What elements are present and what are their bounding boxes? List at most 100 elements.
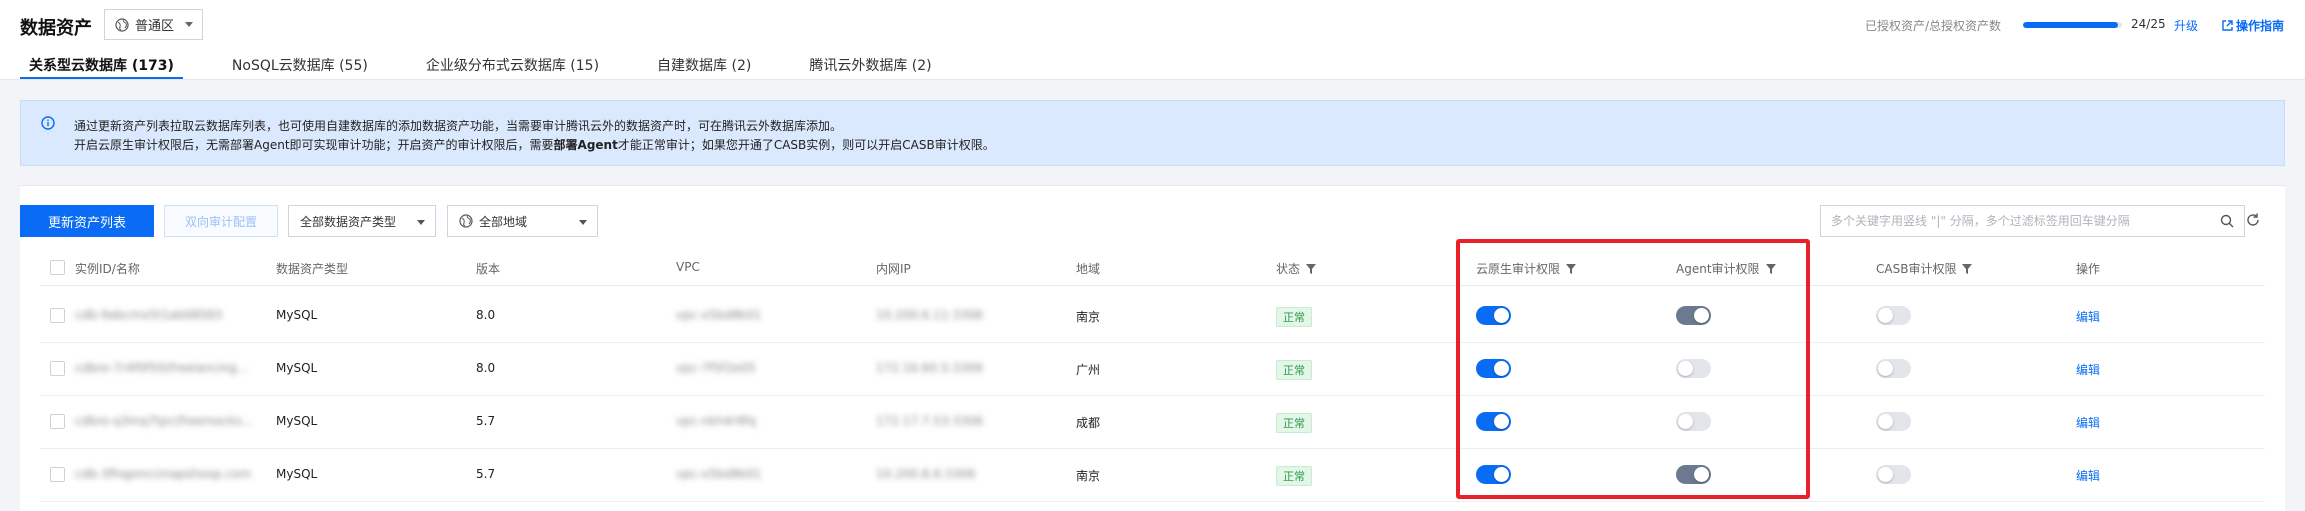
casb-audit-toggle[interactable] bbox=[1876, 412, 1911, 431]
globe-icon bbox=[459, 214, 473, 228]
search-icon[interactable] bbox=[2220, 214, 2234, 228]
info-line-2-part-c: 才能正常审计；如果您开通了CASB实例，则可以开启CASB审计权限。 bbox=[617, 138, 995, 152]
row-checkbox[interactable] bbox=[50, 361, 65, 376]
region: 南京 bbox=[1076, 469, 1101, 483]
instance-id[interactable]: cdb-9abcmx5t1ab08583 bbox=[75, 308, 222, 322]
col-status[interactable]: 状态 bbox=[1276, 260, 1317, 277]
table-row bbox=[40, 396, 2265, 449]
chevron-down-icon bbox=[185, 22, 193, 27]
instance-id[interactable]: cdbro-7r4f0f50(freelancing... bbox=[75, 361, 248, 375]
table-row bbox=[40, 290, 2265, 343]
chevron-down-icon bbox=[579, 220, 587, 225]
region-filter-select-value: 全部地域 bbox=[479, 214, 528, 229]
quota-label: 已授权资产/总授权资产数 bbox=[1865, 19, 2002, 33]
search-input[interactable] bbox=[1821, 206, 2201, 236]
region: 广州 bbox=[1076, 363, 1101, 377]
info-banner: 通过更新资产列表拉取云数据库列表，也可使用自建数据库的添加数据资产功能，当需要审… bbox=[20, 100, 2285, 166]
col-region: 地域 bbox=[1076, 262, 1101, 276]
vpc-id[interactable]: vpc-7f5f2e05 bbox=[676, 361, 756, 375]
row-checkbox[interactable] bbox=[50, 308, 65, 323]
update-asset-list-button[interactable]: 更新资产列表 bbox=[20, 205, 154, 237]
status-badge: 正常 bbox=[1276, 360, 1312, 380]
edit-link[interactable]: 编辑 bbox=[2076, 361, 2100, 378]
private-ip: 172.17.7.53:3306 bbox=[876, 414, 984, 428]
guide-link[interactable]: 操作指南 bbox=[2222, 17, 2284, 34]
col-private-ip: 内网IP bbox=[876, 262, 911, 276]
asset-type: MySQL bbox=[276, 308, 318, 322]
filter-icon[interactable] bbox=[1306, 263, 1317, 274]
page-title: 数据资产 bbox=[20, 18, 92, 39]
tab-selfbuilt[interactable]: 自建数据库 (2) bbox=[648, 52, 760, 80]
chevron-down-icon bbox=[417, 220, 425, 225]
asset-type-select[interactable]: 全部数据资产类型 bbox=[288, 205, 436, 237]
status-badge: 正常 bbox=[1276, 307, 1312, 327]
guide-link-label: 操作指南 bbox=[2236, 19, 2285, 33]
info-icon bbox=[41, 116, 55, 130]
col-vpc: VPC bbox=[676, 260, 700, 274]
region: 成都 bbox=[1076, 416, 1101, 430]
region-dropdown-value: 普通区 bbox=[135, 19, 175, 34]
instance-id[interactable]: cdbro-q3mq7tpc(freemocks... bbox=[75, 414, 253, 428]
tab-relational[interactable]: 关系型云数据库 (173) bbox=[20, 52, 183, 80]
col-version: 版本 bbox=[476, 262, 501, 276]
select-all-checkbox[interactable] bbox=[50, 260, 65, 275]
tab-distributed[interactable]: 企业级分布式云数据库 (15) bbox=[417, 52, 608, 80]
instance-id[interactable]: cdb-3fhqpmc(mapshoop.com bbox=[75, 467, 251, 481]
upgrade-link[interactable]: 升级 bbox=[2174, 17, 2198, 34]
highlight-box bbox=[1456, 239, 1810, 499]
version: 5.7 bbox=[476, 414, 496, 428]
vpc-id[interactable]: vpc-x5bd8k01 bbox=[676, 308, 761, 322]
quota-progress-bar bbox=[2023, 22, 2122, 28]
version: 8.0 bbox=[476, 361, 496, 375]
toggle-knob bbox=[1878, 361, 1893, 376]
info-line-2-part-a: 开启云原生审计权限后，无需部署Agent即可实现审计功能；开启资产的审计权限后，… bbox=[74, 138, 554, 152]
row-checkbox[interactable] bbox=[50, 414, 65, 429]
quota-value: 24/25 bbox=[2131, 17, 2166, 31]
globe-icon bbox=[115, 17, 129, 32]
col-status-label: 状态 bbox=[1276, 262, 1301, 276]
info-line-1: 通过更新资产列表拉取云数据库列表，也可使用自建数据库的添加数据资产功能，当需要审… bbox=[74, 119, 843, 133]
tabs-divider bbox=[0, 79, 2305, 80]
row-checkbox[interactable] bbox=[50, 467, 65, 482]
casb-audit-toggle[interactable] bbox=[1876, 359, 1911, 378]
table-row bbox=[40, 343, 2265, 396]
tab-nosql[interactable]: NoSQL云数据库 (55) bbox=[223, 52, 377, 80]
vpc-id[interactable]: vpc-nkh4r9fq bbox=[676, 414, 756, 428]
version: 5.7 bbox=[476, 467, 496, 481]
table-row bbox=[40, 449, 2265, 502]
status-badge: 正常 bbox=[1276, 413, 1312, 433]
col-asset-type: 数据资产类型 bbox=[276, 262, 349, 276]
region-filter-select[interactable]: 全部地域 bbox=[447, 205, 598, 237]
quota-progress-fill bbox=[2023, 22, 2119, 28]
edit-link[interactable]: 编辑 bbox=[2076, 414, 2100, 431]
version: 8.0 bbox=[476, 308, 496, 322]
search-box[interactable] bbox=[1820, 205, 2245, 237]
refresh-icon[interactable] bbox=[2245, 212, 2261, 228]
asset-type-select-value: 全部数据资产类型 bbox=[300, 214, 397, 229]
casb-audit-toggle[interactable] bbox=[1876, 465, 1911, 484]
edit-link[interactable]: 编辑 bbox=[2076, 308, 2100, 325]
edit-link[interactable]: 编辑 bbox=[2076, 467, 2100, 484]
bidirectional-audit-button[interactable]: 双向审计配置 bbox=[164, 205, 278, 237]
private-ip: 10.200.8.6:3306 bbox=[876, 467, 976, 481]
col-casb-audit-label: CASB审计权限 bbox=[1876, 262, 1957, 276]
info-line-2-emphasis: 部署Agent bbox=[553, 138, 618, 152]
private-ip: 172.16.60.5:3306 bbox=[876, 361, 984, 375]
region: 南京 bbox=[1076, 310, 1101, 324]
asset-type: MySQL bbox=[276, 414, 318, 428]
casb-audit-toggle[interactable] bbox=[1876, 306, 1911, 325]
col-instance-id: 实例ID/名称 bbox=[75, 262, 140, 276]
status-badge: 正常 bbox=[1276, 466, 1312, 486]
external-link-icon bbox=[2222, 20, 2233, 31]
tab-external[interactable]: 腾讯云外数据库 (2) bbox=[800, 52, 940, 80]
region-dropdown[interactable]: 普通区 bbox=[104, 9, 203, 40]
col-action: 操作 bbox=[2076, 262, 2101, 276]
tab-bar: 关系型云数据库 (173) NoSQL云数据库 (55) 企业级分布式云数据库 … bbox=[20, 52, 981, 80]
vpc-id[interactable]: vpc-x5bd8k01 bbox=[676, 467, 761, 481]
toggle-knob bbox=[1878, 308, 1893, 323]
toggle-knob bbox=[1878, 467, 1893, 482]
filter-icon[interactable] bbox=[1962, 263, 1973, 274]
col-casb-audit[interactable]: CASB审计权限 bbox=[1876, 260, 1973, 277]
toggle-knob bbox=[1878, 414, 1893, 429]
asset-type: MySQL bbox=[276, 361, 318, 375]
